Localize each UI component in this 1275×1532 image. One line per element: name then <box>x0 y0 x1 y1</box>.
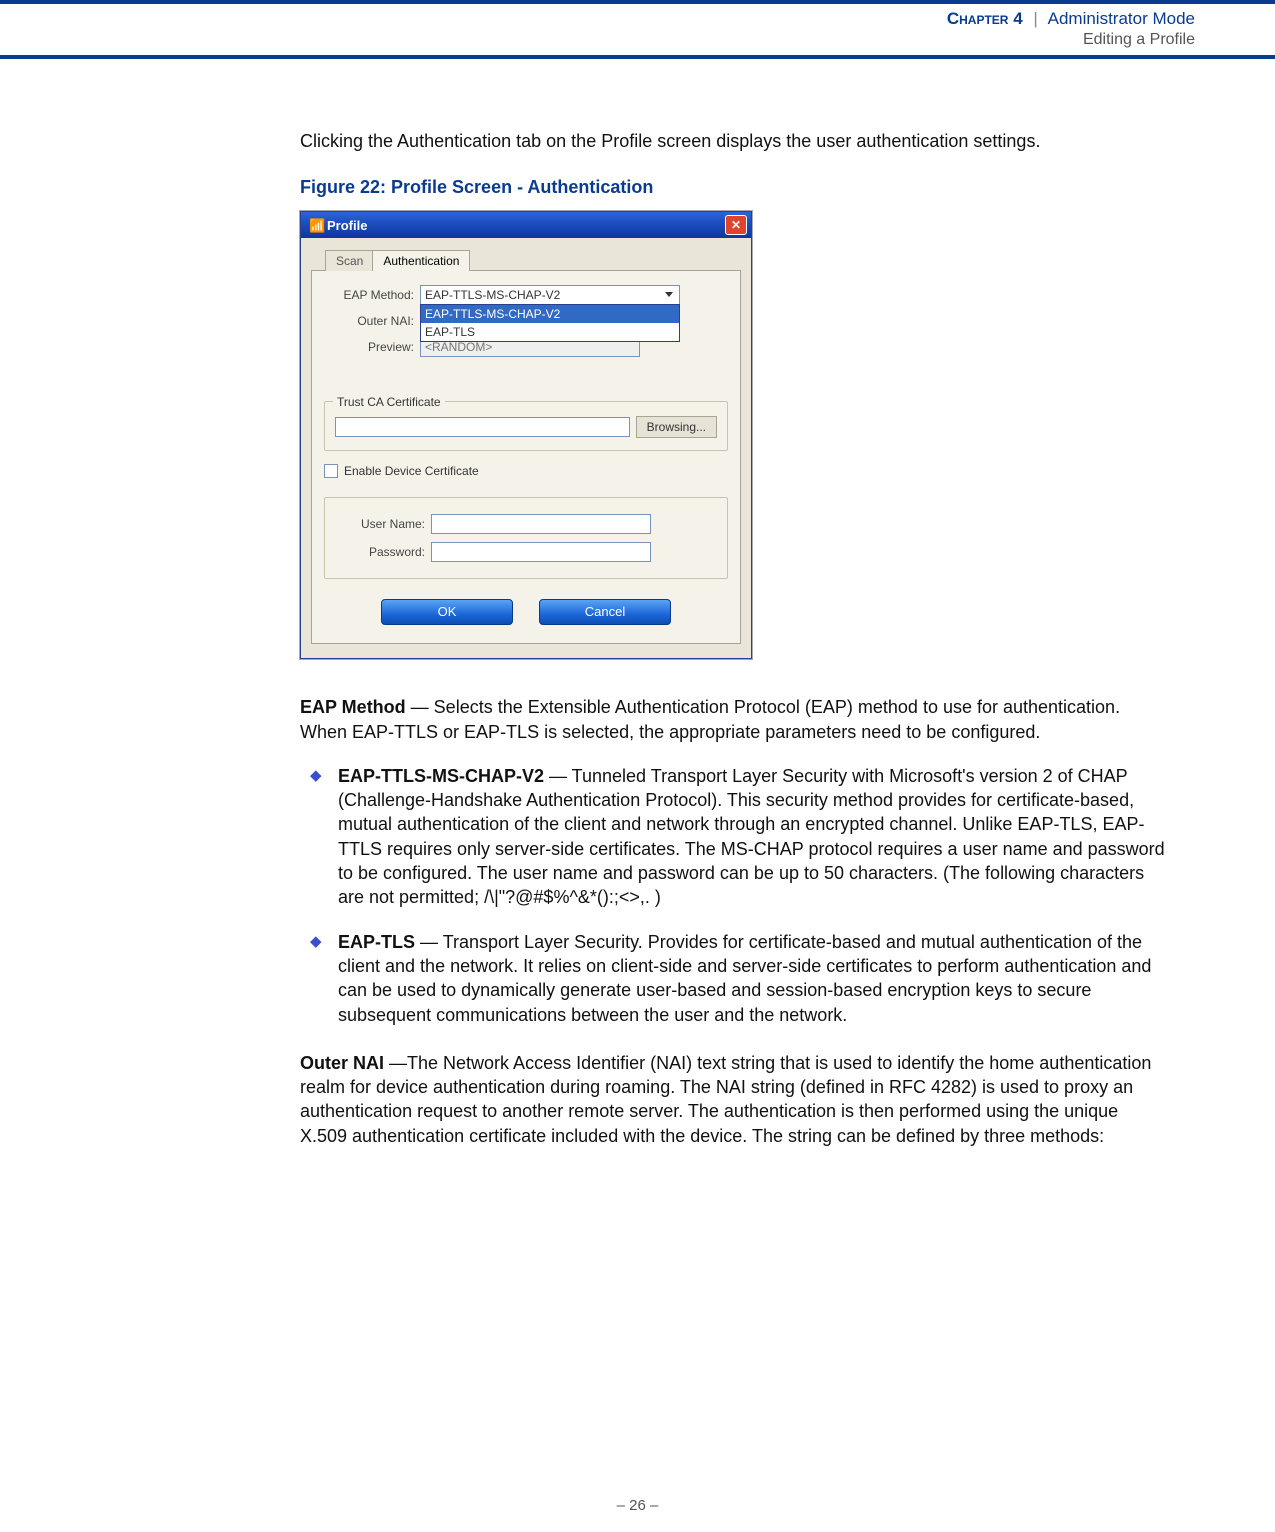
bullet-eap-ttls: EAP-TTLS-MS-CHAP-V2 — Tunneled Transport… <box>300 764 1165 910</box>
antenna-icon: 📶 <box>309 217 321 235</box>
label-user-name: User Name: <box>335 516 425 532</box>
chevron-down-icon <box>665 292 673 297</box>
bullet-eap-tls-text: — Transport Layer Security. Provides for… <box>338 932 1151 1025</box>
header-subtitle: Editing a Profile <box>0 30 1195 51</box>
ca-cert-path-input[interactable] <box>335 417 630 437</box>
dialog-title: Profile <box>327 217 367 235</box>
header-separator: | <box>1027 9 1043 28</box>
bullet-eap-ttls-text: — Tunneled Transport Layer Security with… <box>338 766 1165 907</box>
page-footer: – 26 – <box>0 1497 1275 1514</box>
browse-button[interactable]: Browsing... <box>636 416 717 438</box>
figure-caption: Figure 22: Profile Screen - Authenticati… <box>300 175 1165 199</box>
close-button[interactable]: ✕ <box>725 215 747 235</box>
tab-scan[interactable]: Scan <box>325 250 374 270</box>
bullet-eap-tls-title: EAP-TLS <box>338 932 415 952</box>
outer-nai-text: —The Network Access Identifier (NAI) tex… <box>300 1053 1151 1146</box>
outer-nai-heading: Outer NAI <box>300 1053 384 1073</box>
user-name-input[interactable] <box>431 514 651 534</box>
eap-method-text: — Selects the Extensible Authentication … <box>300 697 1120 741</box>
header-title: Administrator Mode <box>1048 9 1195 28</box>
eap-method-dropdown[interactable]: EAP-TTLS-MS-CHAP-V2 EAP-TTLS-MS-CHAP-V2 … <box>420 285 680 305</box>
chapter-label: Chapter 4 <box>947 9 1023 28</box>
dialog-titlebar[interactable]: 📶 Profile ✕ <box>301 212 751 238</box>
label-eap-method: EAP Method: <box>324 287 414 303</box>
label-outer-nai: Outer NAI: <box>324 313 414 329</box>
label-preview: Preview: <box>324 339 414 355</box>
eap-method-selected: EAP-TTLS-MS-CHAP-V2 <box>425 287 560 303</box>
bullet-eap-ttls-title: EAP-TTLS-MS-CHAP-V2 <box>338 766 544 786</box>
password-input[interactable] <box>431 542 651 562</box>
credentials-group: User Name: Password: <box>324 497 728 579</box>
eap-method-heading: EAP Method <box>300 697 406 717</box>
cancel-button[interactable]: Cancel <box>539 599 671 625</box>
trust-ca-legend: Trust CA Certificate <box>333 394 445 410</box>
ok-button[interactable]: OK <box>381 599 513 625</box>
tab-panel-auth: EAP Method: EAP-TTLS-MS-CHAP-V2 EAP-TTLS… <box>311 270 741 645</box>
eap-method-menu: EAP-TTLS-MS-CHAP-V2 EAP-TLS <box>420 304 680 342</box>
close-icon: ✕ <box>731 217 741 233</box>
enable-device-cert-checkbox[interactable] <box>324 464 338 478</box>
page-header: Chapter 4 | Administrator Mode Editing a… <box>0 0 1275 59</box>
tab-authentication[interactable]: Authentication <box>372 250 470 270</box>
bullet-eap-tls: EAP-TLS — Transport Layer Security. Prov… <box>300 930 1165 1027</box>
eap-method-option-1[interactable]: EAP-TTLS-MS-CHAP-V2 <box>421 305 679 323</box>
enable-device-cert-label: Enable Device Certificate <box>344 463 479 479</box>
trust-ca-group: Trust CA Certificate Browsing... <box>324 401 728 451</box>
eap-method-option-2[interactable]: EAP-TLS <box>421 323 679 341</box>
label-password: Password: <box>335 544 425 560</box>
profile-dialog: 📶 Profile ✕ Scan Authentication EAP Meth… <box>300 211 752 659</box>
intro-text: Clicking the Authentication tab on the P… <box>300 129 1165 153</box>
